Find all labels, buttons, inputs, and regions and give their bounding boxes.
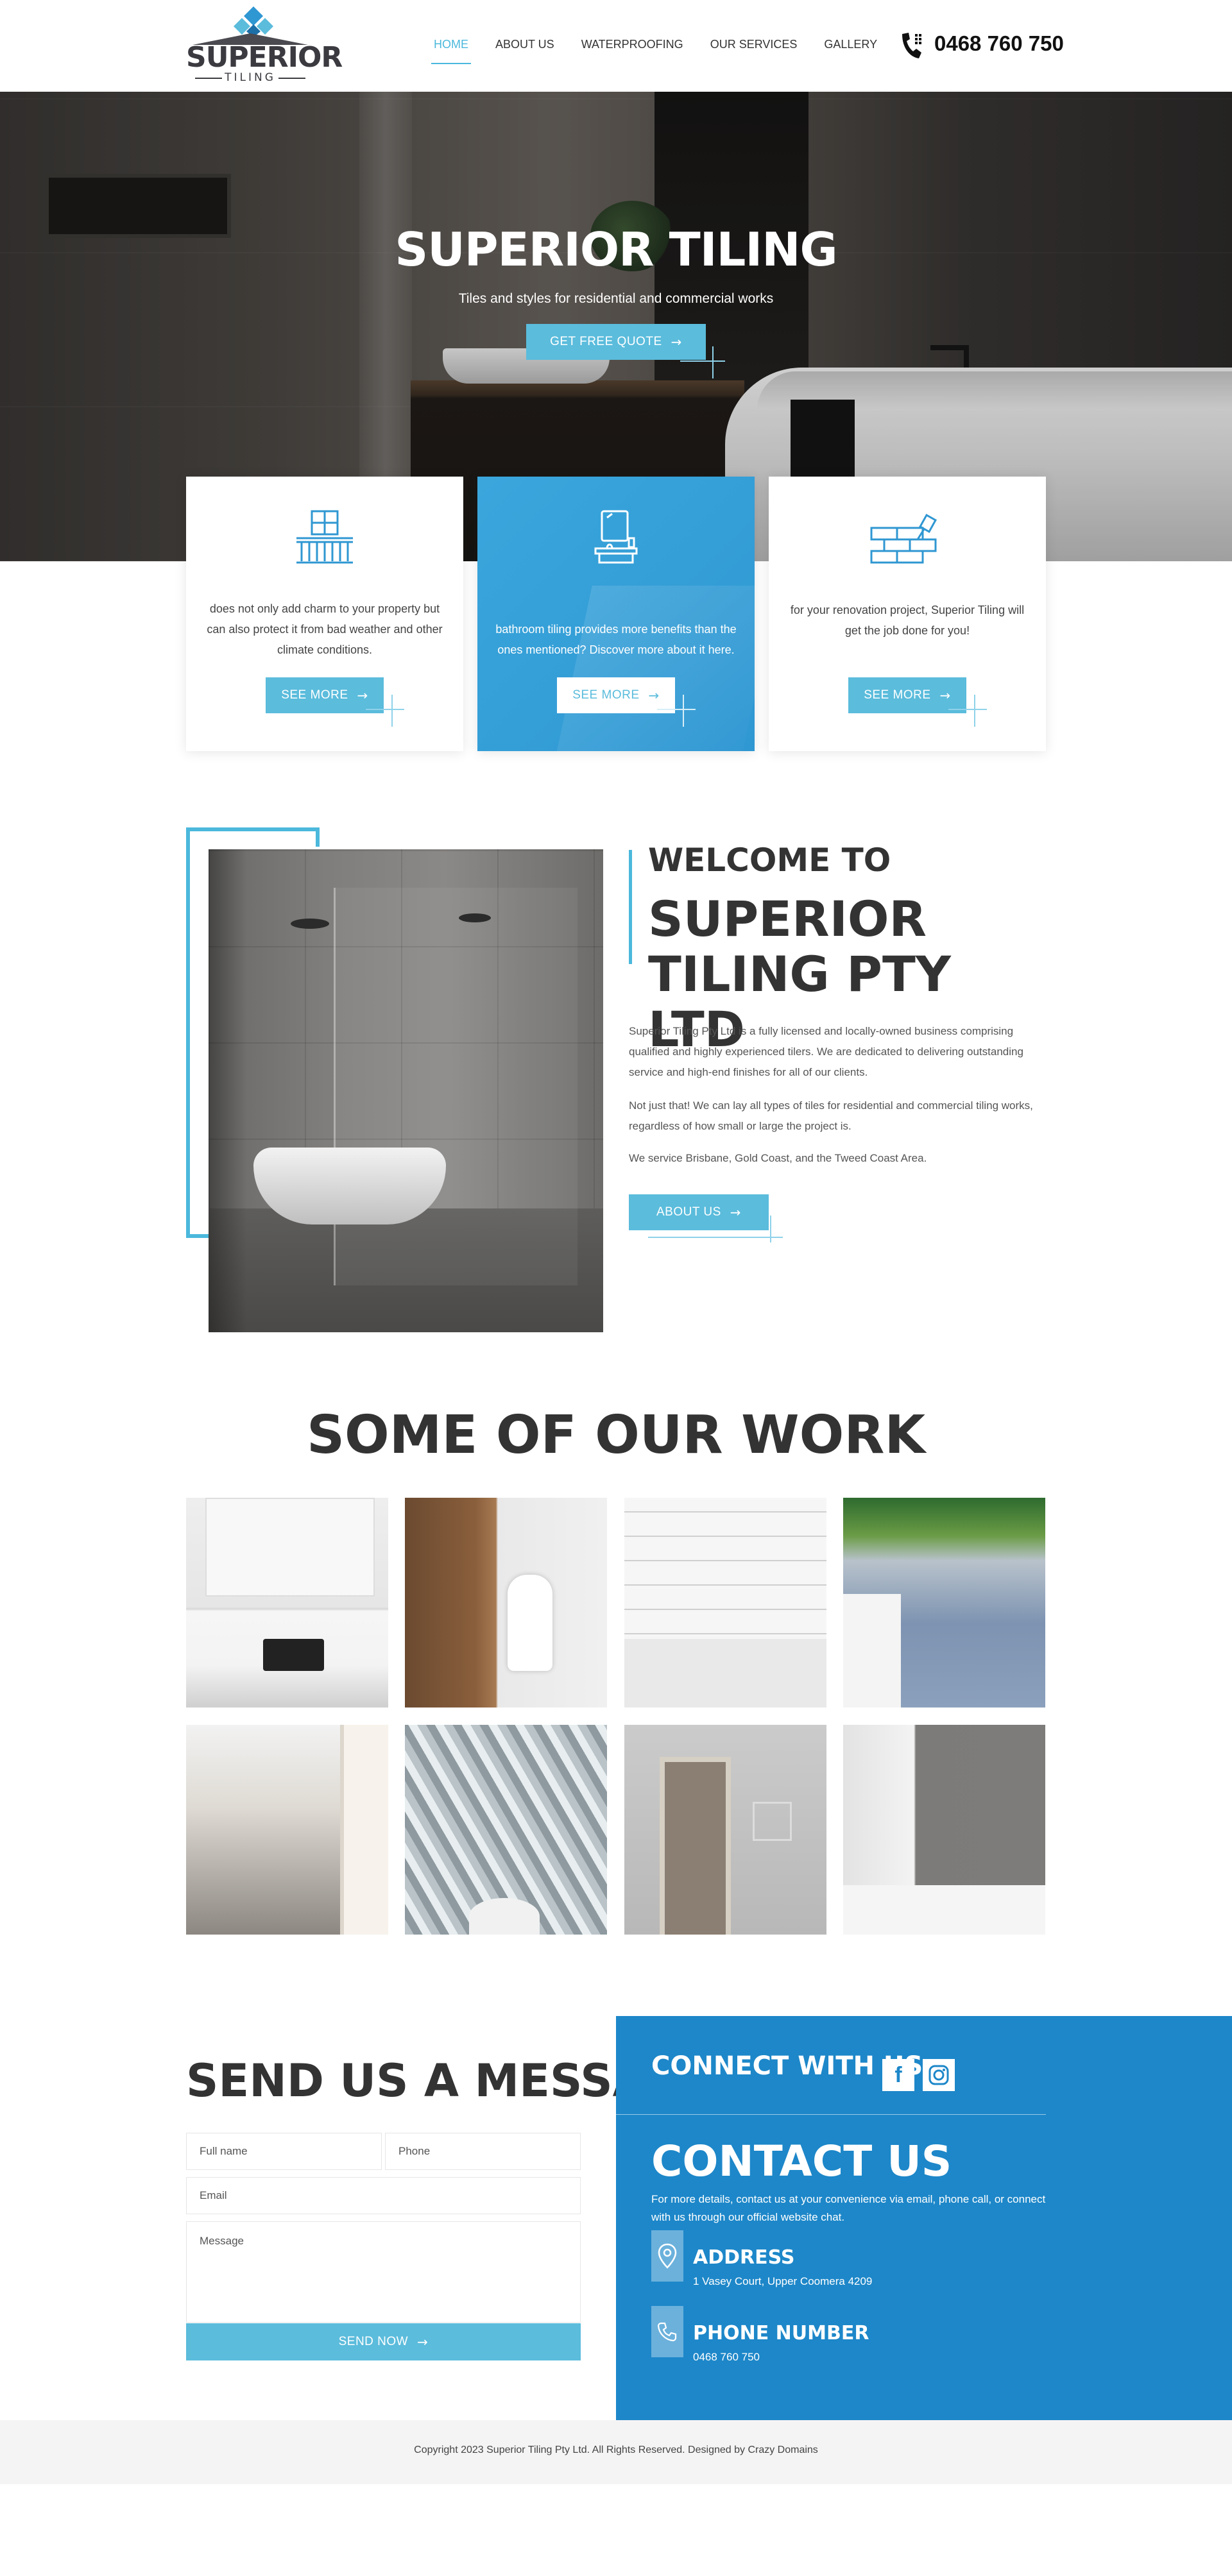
gallery-image-feature-wall[interactable] [405, 1725, 607, 1935]
send-now-button[interactable]: SEND NOW → [186, 2323, 581, 2360]
service-card-walls: for your renovation project, Superior Ti… [769, 477, 1046, 751]
arrow-right-icon: → [671, 334, 682, 350]
see-more-button[interactable]: SEE MORE → [266, 677, 384, 713]
get-free-quote-button[interactable]: GET FREE QUOTE → [526, 324, 706, 360]
welcome-paragraph: Superior Tiling Pty Ltd is a fully licen… [629, 1025, 1023, 1078]
gallery-image-doorway[interactable] [624, 1725, 826, 1935]
welcome-image-shadow [209, 849, 247, 1332]
see-more-label: SEE MORE [572, 688, 640, 702]
main-nav: HOME ABOUT US WATERPROOFING OUR SERVICES… [431, 36, 904, 64]
balcony-icon [296, 510, 353, 564]
facebook-icon[interactable]: f [882, 2059, 914, 2091]
about-us-label: ABOUT US [656, 1205, 721, 1219]
service-card-text: for your renovation project, Superior Ti… [790, 604, 1025, 637]
nav-gallery[interactable]: GALLERY [824, 36, 877, 55]
welcome-bathroom-image [209, 849, 603, 1332]
facebook-glyph: f [894, 2063, 902, 2087]
nav-our-services[interactable]: OUR SERVICES [710, 36, 798, 55]
address-value: 1 Vasey Court, Upper Coomera 4209 [693, 2275, 873, 2287]
nav-waterproofing[interactable]: WATERPROOFING [581, 36, 683, 55]
welcome-paragraph: We service Brisbane, Gold Coast, and the… [629, 1152, 927, 1164]
service-card-bathroom: bathroom tiling provides more benefits t… [477, 477, 755, 751]
bathroom-icon [594, 510, 638, 564]
instagram-icon[interactable] [923, 2059, 955, 2091]
see-more-button[interactable]: SEE MORE → [557, 677, 675, 713]
phone-icon [651, 2306, 683, 2357]
welcome-image-bathtub [253, 1148, 446, 1224]
get-free-quote-label: GET FREE QUOTE [550, 335, 662, 348]
logo-diamonds-icon [234, 6, 273, 37]
arrow-right-icon: → [357, 688, 368, 703]
hero-title: SUPERIOR TILING [395, 223, 837, 276]
see-more-button[interactable]: SEE MORE → [848, 677, 966, 713]
welcome-paragraph: Not just that! We can lay all types of t… [629, 1099, 1033, 1132]
header-phone-number[interactable]: 0468 760 750 [934, 31, 1064, 56]
nav-home[interactable]: HOME [431, 36, 471, 64]
logo-wordmark: SUPERIOR [186, 41, 343, 74]
welcome-kicker: WELCOME TO [648, 842, 891, 879]
brick-wall-icon [870, 513, 937, 564]
gallery-image-shower[interactable] [843, 1725, 1045, 1935]
service-card-text: does not only add charm to your property… [207, 602, 443, 656]
see-more-label: SEE MORE [281, 688, 348, 702]
gallery-image-outdoor-steps[interactable] [843, 1498, 1045, 1707]
phone-number-label: PHONE NUMBER [693, 2322, 869, 2344]
instagram-glyph [928, 2065, 949, 2085]
location-pin-icon [651, 2230, 683, 2282]
welcome-image-shower-head [291, 919, 329, 929]
welcome-image-shower-head [459, 913, 491, 922]
message-field[interactable]: Message [186, 2221, 581, 2323]
email-field[interactable]: Email [186, 2177, 581, 2214]
nav-about-us[interactable]: ABOUT US [495, 36, 554, 55]
welcome-accent-bar [629, 850, 632, 964]
arrow-right-icon: → [939, 688, 951, 703]
address-label: ADDRESS [693, 2246, 795, 2269]
service-card-balcony: does not only add charm to your property… [186, 477, 463, 751]
logo-subtitle: TILING [186, 72, 314, 83]
telephone-icon[interactable] [900, 31, 924, 60]
phone-number-value[interactable]: 0468 760 750 [693, 2350, 760, 2365]
send-now-label: SEND NOW [338, 2335, 409, 2348]
work-section-title: SOME OF OUR WORK [306, 1405, 926, 1466]
arrow-right-icon: → [648, 688, 660, 703]
contact-title: CONTACT US [651, 2137, 952, 2186]
logo[interactable]: SUPERIOR TILING [186, 5, 343, 83]
contact-description: For more details, contact us at your con… [651, 2193, 1046, 2223]
service-card-text: bathroom tiling provides more benefits t… [495, 623, 737, 656]
gallery-image-bathroom-wood[interactable] [405, 1498, 607, 1707]
hero-subtitle: Tiles and styles for residential and com… [458, 291, 774, 306]
arrow-right-icon: → [417, 2334, 429, 2350]
phone-field[interactable]: Phone [385, 2133, 581, 2170]
copyright-text: Copyright 2023 Superior Tiling Pty Ltd. … [414, 2445, 818, 2455]
contact-divider [616, 2114, 1046, 2115]
see-more-label: SEE MORE [864, 688, 931, 702]
arrow-right-icon: → [730, 1205, 742, 1220]
about-us-button[interactable]: ABOUT US → [629, 1194, 769, 1230]
full-name-field[interactable]: Full name [186, 2133, 382, 2170]
gallery-image-hallway[interactable] [186, 1725, 388, 1935]
welcome-image-glass [334, 888, 578, 1285]
gallery-image-kitchen[interactable] [186, 1498, 388, 1707]
gallery-image-subway-tiles[interactable] [624, 1498, 826, 1707]
